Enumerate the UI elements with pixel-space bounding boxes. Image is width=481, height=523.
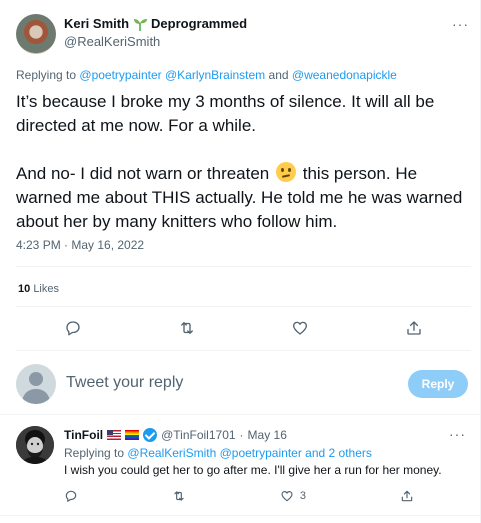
replying-to: Replying to @poetrypainter @KarlynBrains… xyxy=(16,68,471,82)
meta-separator: · xyxy=(239,428,244,442)
mention-link[interactable]: @KarlynBrainstem xyxy=(165,68,265,82)
reply-button[interactable]: Reply xyxy=(408,370,468,398)
share-icon[interactable] xyxy=(400,489,414,503)
retweet-icon[interactable] xyxy=(172,489,186,503)
like-button[interactable]: 3 xyxy=(280,489,306,503)
mention-link[interactable]: @RealKeriSmith @poetrypainter and 2 othe… xyxy=(127,446,371,460)
reply-input[interactable]: Tweet your reply xyxy=(66,374,183,392)
verified-icon xyxy=(143,428,158,442)
author-name-row[interactable]: Keri Smith Deprogrammed xyxy=(64,16,247,31)
author-name-suffix: Deprogrammed xyxy=(151,16,248,31)
author-display-name[interactable]: Keri Smith xyxy=(64,16,129,31)
reply-header: TinFoil @TinFoil1701 · May 16 xyxy=(64,428,287,442)
likes-count-link[interactable]: 10 Likes xyxy=(18,283,59,295)
divider xyxy=(0,515,481,516)
author-handle[interactable]: @RealKeriSmith xyxy=(64,34,160,49)
replying-and: and xyxy=(268,68,289,82)
flag-us-icon xyxy=(107,430,122,440)
replying-prefix: Replying to xyxy=(16,68,77,82)
avatar[interactable] xyxy=(16,14,56,54)
reply-body: I wish you could get her to go after me.… xyxy=(64,463,442,477)
more-icon[interactable]: ··· xyxy=(449,426,466,442)
tweet-paragraph: It’s because I broke my 3 months of sile… xyxy=(16,92,435,135)
reply-icon[interactable] xyxy=(64,489,78,503)
more-icon[interactable]: ··· xyxy=(452,16,469,32)
likes-label: Likes xyxy=(33,283,59,295)
tweet-paragraph: And no- I did not warn or threaten this … xyxy=(16,162,466,234)
like-count: 3 xyxy=(299,490,307,502)
sprout-icon xyxy=(132,17,148,31)
replying-prefix: Replying to xyxy=(64,446,125,460)
reply-actions: 3 xyxy=(64,487,414,505)
tweet-text-segment: And no- I did not warn or threaten xyxy=(16,164,270,183)
likes-count: 10 xyxy=(18,283,31,295)
reply-author-handle[interactable]: @TinFoil1701 xyxy=(161,428,235,442)
tweet-body: It’s because I broke my 3 months of sile… xyxy=(16,90,466,234)
reply-date[interactable]: May 16 xyxy=(248,428,287,442)
like-icon[interactable] xyxy=(280,489,294,503)
mention-link[interactable]: @poetrypainter xyxy=(79,68,161,82)
tweet-timestamp[interactable]: 4:23 PM · May 16, 2022 xyxy=(16,238,144,252)
retweet-icon[interactable] xyxy=(175,316,199,340)
divider xyxy=(16,306,471,307)
flag-rainbow-icon xyxy=(125,430,140,440)
main-tweet-header: Keri Smith Deprogrammed @RealKeriSmith ·… xyxy=(16,12,471,56)
reply-avatar[interactable] xyxy=(16,426,54,464)
reply-replying-to: Replying to @RealKeriSmith @poetrypainte… xyxy=(64,446,372,460)
divider xyxy=(0,414,481,415)
divider xyxy=(16,350,471,351)
like-icon[interactable] xyxy=(288,316,312,340)
composer-avatar xyxy=(16,364,56,404)
tweet-thread: Keri Smith Deprogrammed @RealKeriSmith ·… xyxy=(0,0,481,523)
reply-icon[interactable] xyxy=(61,316,85,340)
mention-link[interactable]: @weanedonapickle xyxy=(292,68,397,82)
confused-face-icon xyxy=(276,162,296,182)
divider xyxy=(16,266,471,267)
reply-author-name[interactable]: TinFoil xyxy=(64,428,103,442)
tweet-actions xyxy=(16,316,471,340)
share-icon[interactable] xyxy=(402,316,426,340)
